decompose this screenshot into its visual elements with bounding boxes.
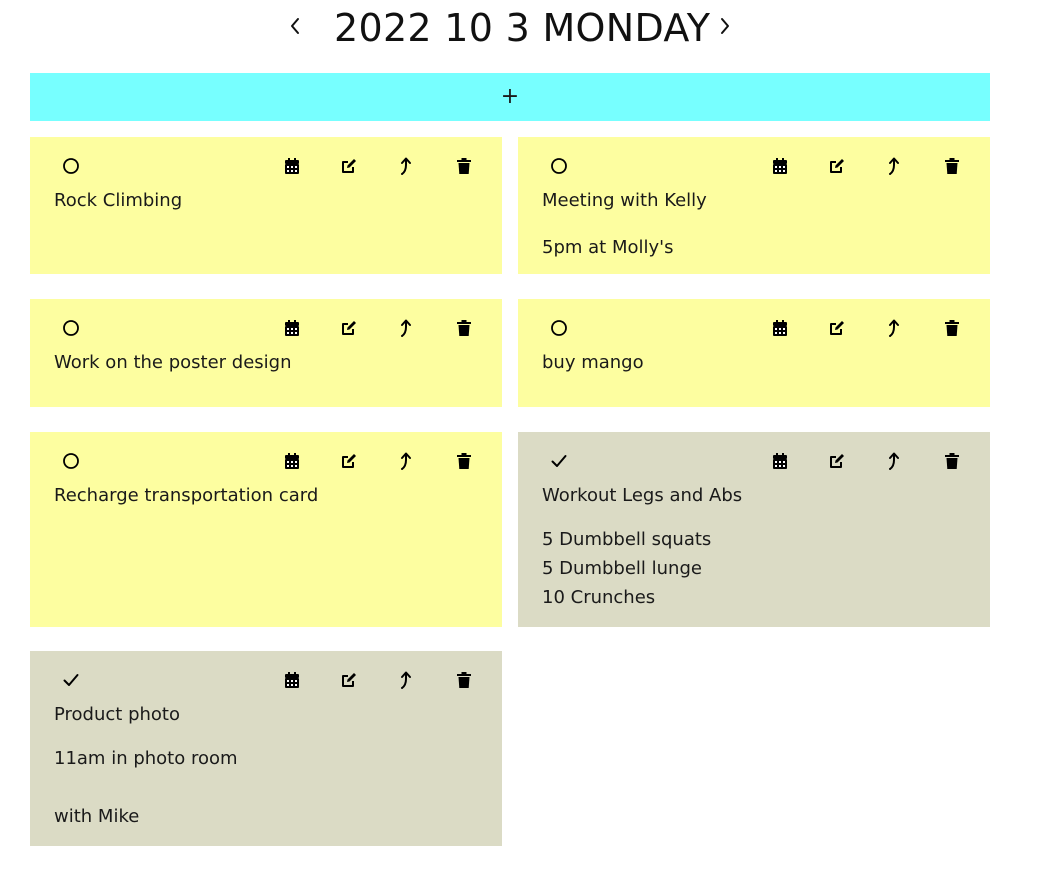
reschedule-button[interactable] (770, 156, 790, 176)
plus-icon: + (500, 84, 520, 109)
edit-icon (342, 673, 356, 687)
calendar-icon (285, 320, 299, 336)
edit-button[interactable] (339, 156, 359, 176)
task-title: Product photo (54, 704, 180, 725)
move-up-icon (401, 452, 411, 470)
move-button[interactable] (884, 451, 904, 471)
move-up-icon (889, 319, 899, 337)
calendar-icon (773, 453, 787, 469)
task-note: 11am in photo room with Mike (54, 748, 238, 827)
trash-icon (457, 320, 471, 336)
edit-icon (342, 454, 356, 468)
move-up-icon (401, 319, 411, 337)
delete-button[interactable] (942, 156, 962, 176)
task-card: Product photo 11am in photo room with Mi… (30, 651, 502, 846)
task-card: Meeting with Kelly 5pm at Molly's (518, 137, 990, 274)
reschedule-button[interactable] (770, 451, 790, 471)
task-card: Workout Legs and Abs 5 Dumbbell squats 5… (518, 432, 990, 627)
chevron-left-icon (291, 18, 299, 34)
page-title: 2022 10 3 MONDAY (334, 6, 711, 50)
toggle-complete-button[interactable] (60, 450, 82, 472)
reschedule-button[interactable] (282, 318, 302, 338)
toggle-complete-button[interactable] (548, 450, 570, 472)
edit-icon (830, 159, 844, 173)
trash-icon (457, 158, 471, 174)
trash-icon (457, 453, 471, 469)
chevron-right-icon (721, 18, 729, 34)
toggle-complete-button[interactable] (60, 155, 82, 177)
next-day-button[interactable] (713, 14, 737, 38)
circle-icon (63, 158, 79, 174)
task-title: Rock Climbing (54, 190, 183, 211)
task-title: Work on the poster design (54, 352, 292, 373)
edit-icon (830, 321, 844, 335)
add-task-button[interactable]: + (30, 73, 990, 121)
edit-icon (342, 159, 356, 173)
task-title: Meeting with Kelly (542, 190, 707, 211)
edit-button[interactable] (339, 670, 359, 690)
toggle-complete-button[interactable] (548, 155, 570, 177)
delete-button[interactable] (454, 156, 474, 176)
reschedule-button[interactable] (282, 156, 302, 176)
task-card: Rock Climbing (30, 137, 502, 274)
calendar-icon (285, 453, 299, 469)
toggle-complete-button[interactable] (60, 317, 82, 339)
check-icon (551, 455, 567, 467)
toggle-complete-button[interactable] (548, 317, 570, 339)
move-up-icon (889, 452, 899, 470)
trash-icon (945, 158, 959, 174)
edit-button[interactable] (827, 156, 847, 176)
edit-button[interactable] (339, 318, 359, 338)
calendar-icon (773, 158, 787, 174)
edit-button[interactable] (827, 451, 847, 471)
delete-button[interactable] (942, 451, 962, 471)
task-title: Workout Legs and Abs (542, 485, 743, 506)
task-card: Recharge transportation card (30, 432, 502, 627)
circle-icon (551, 158, 567, 174)
date-header: 2022 10 3 MONDAY (0, 0, 1020, 60)
move-button[interactable] (396, 670, 416, 690)
move-button[interactable] (396, 318, 416, 338)
trash-icon (945, 320, 959, 336)
task-note: 5 Dumbbell squats 5 Dumbbell lunge 10 Cr… (542, 529, 712, 608)
prev-day-button[interactable] (283, 14, 307, 38)
edit-button[interactable] (827, 318, 847, 338)
check-icon (63, 674, 79, 686)
edit-icon (830, 454, 844, 468)
circle-icon (551, 320, 567, 336)
task-card: Work on the poster design (30, 299, 502, 407)
reschedule-button[interactable] (770, 318, 790, 338)
calendar-icon (285, 672, 299, 688)
calendar-icon (285, 158, 299, 174)
task-title: buy mango (542, 352, 644, 373)
delete-button[interactable] (454, 318, 474, 338)
delete-button[interactable] (454, 670, 474, 690)
reschedule-button[interactable] (282, 670, 302, 690)
move-button[interactable] (396, 451, 416, 471)
circle-icon (63, 453, 79, 469)
circle-icon (63, 320, 79, 336)
edit-icon (342, 321, 356, 335)
trash-icon (457, 672, 471, 688)
toggle-complete-button[interactable] (60, 669, 82, 691)
edit-button[interactable] (339, 451, 359, 471)
move-up-icon (401, 671, 411, 689)
reschedule-button[interactable] (282, 451, 302, 471)
calendar-icon (773, 320, 787, 336)
delete-button[interactable] (942, 318, 962, 338)
task-title: Recharge transportation card (54, 485, 319, 506)
move-button[interactable] (884, 156, 904, 176)
task-card: buy mango (518, 299, 990, 407)
move-up-icon (401, 157, 411, 175)
task-note: 5pm at Molly's (542, 237, 674, 258)
move-up-icon (889, 157, 899, 175)
delete-button[interactable] (454, 451, 474, 471)
move-button[interactable] (884, 318, 904, 338)
trash-icon (945, 453, 959, 469)
move-button[interactable] (396, 156, 416, 176)
